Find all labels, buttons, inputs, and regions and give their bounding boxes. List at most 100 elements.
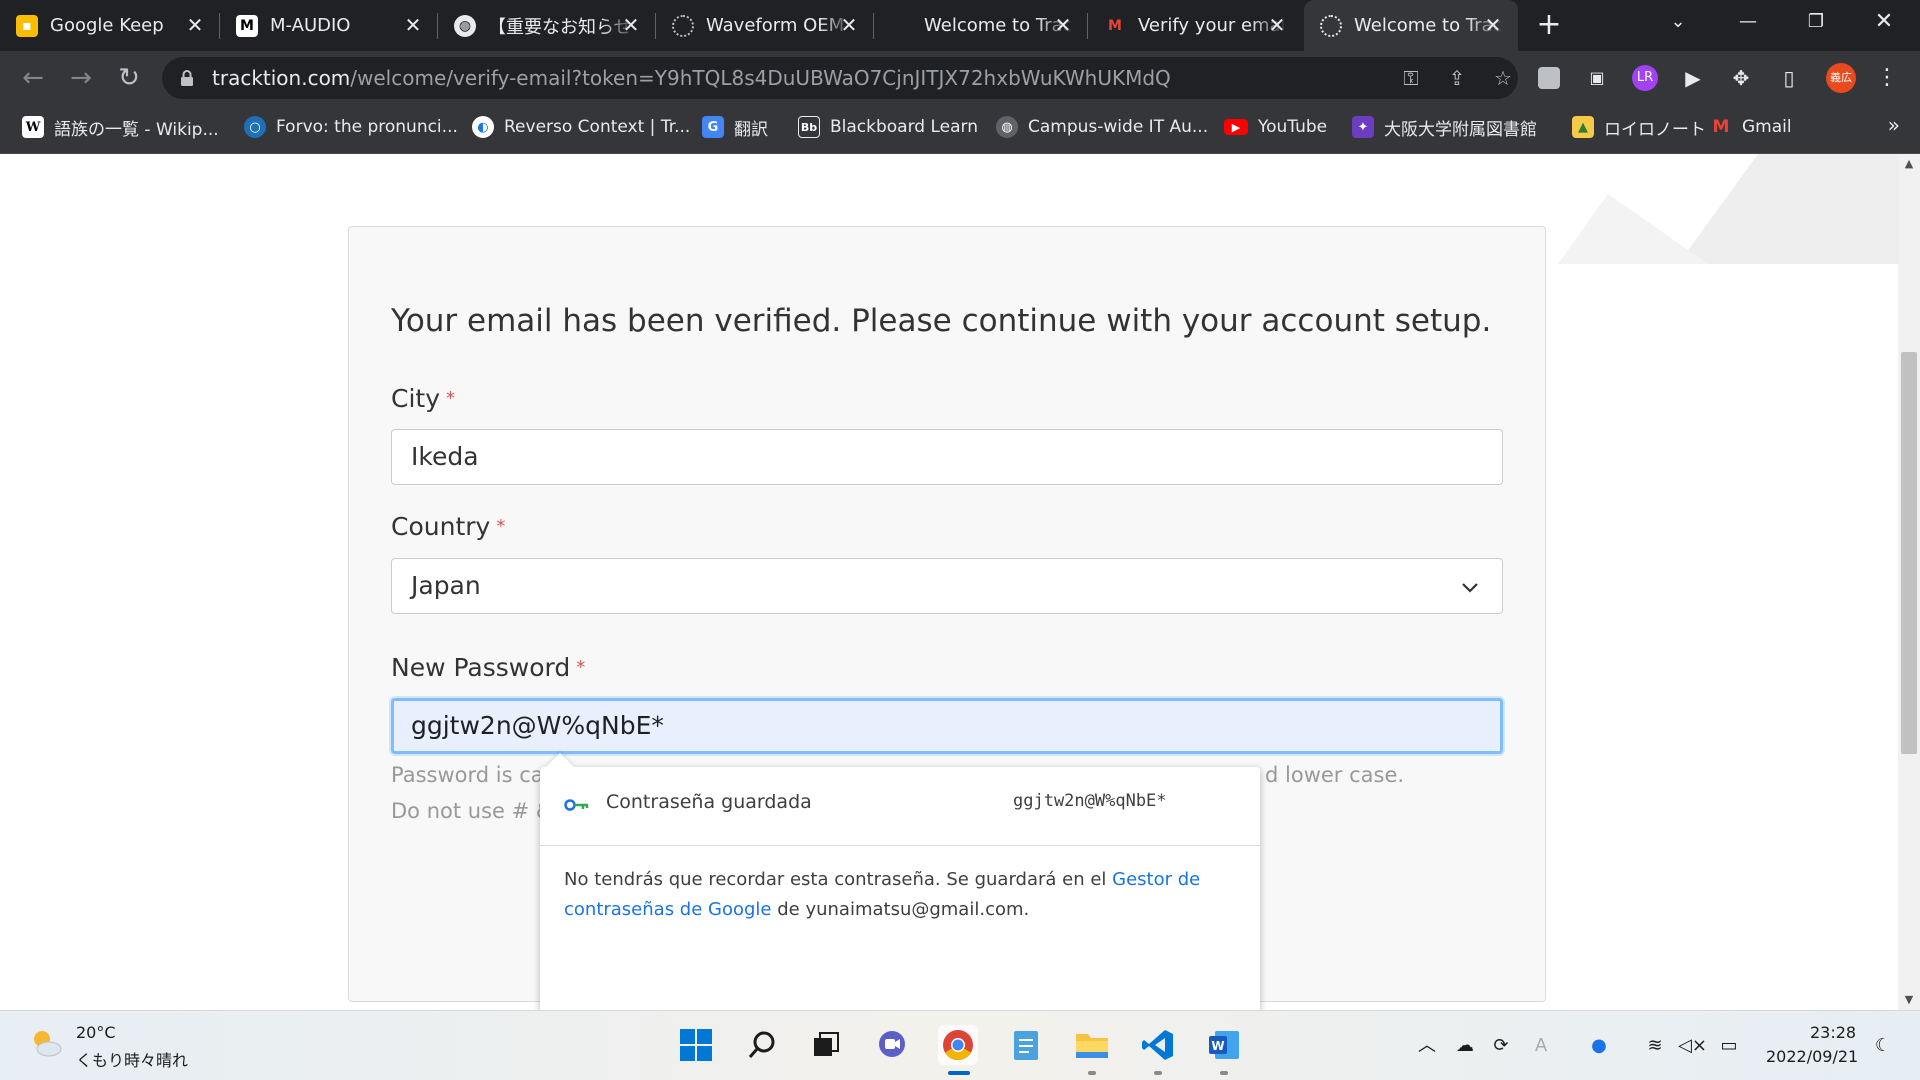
bookmark-gmail[interactable]: M Gmail: [1710, 105, 1792, 149]
password-help-line2: Do not use # &: [391, 799, 553, 823]
google-translate-icon: G: [702, 116, 724, 138]
reload-button[interactable]: ↻: [112, 61, 146, 95]
app-tray-icon[interactable]: ●: [1586, 1033, 1612, 1059]
bookmark-translate[interactable]: G 翻訳: [702, 105, 768, 149]
bookmark-label: ロイロノート: [1604, 119, 1706, 140]
tab-close-icon[interactable]: ✕: [838, 14, 860, 36]
forvo-icon: ○: [244, 116, 266, 138]
vscode-button[interactable]: [1138, 1025, 1178, 1065]
tab-waveform-oem[interactable]: Waveform OEM ✕: [656, 0, 874, 51]
start-button[interactable]: [676, 1025, 716, 1065]
bookmark-loilo[interactable]: ▲ ロイロノート: [1572, 105, 1706, 149]
svg-text:W: W: [1211, 1039, 1224, 1053]
bookmark-reverso[interactable]: ◐ Reverso Context | Tr...: [472, 105, 690, 149]
tab-important-notice[interactable]: ◍ 【重要なお知らせ ✕: [438, 0, 656, 51]
partly-cloudy-icon[interactable]: [28, 1025, 64, 1061]
onedrive-icon[interactable]: ☁: [1452, 1033, 1478, 1059]
file-explorer-button[interactable]: [1072, 1025, 1112, 1065]
battery-icon[interactable]: ▭: [1716, 1033, 1742, 1059]
ime-icon[interactable]: A: [1528, 1033, 1554, 1059]
task-view-icon: [814, 1032, 839, 1056]
new-tab-button[interactable]: +: [1532, 8, 1566, 42]
scroll-down-arrow-icon[interactable]: ▼: [1898, 990, 1920, 1010]
sync-icon[interactable]: ⟳: [1488, 1033, 1514, 1059]
word-button[interactable]: W: [1204, 1025, 1244, 1065]
tab-close-icon[interactable]: ✕: [1052, 14, 1074, 36]
extension-lr-icon[interactable]: LR: [1632, 65, 1658, 91]
share-icon[interactable]: ⇪: [1444, 66, 1470, 90]
teams-chat-button[interactable]: [872, 1025, 912, 1065]
required-asterisk: *: [496, 516, 506, 537]
tab-close-icon[interactable]: ✕: [1266, 14, 1288, 36]
bookmark-wikipedia[interactable]: W 語族の一覧 - Wikip...: [22, 105, 219, 149]
tab-title: 【重要なお知らせ: [488, 16, 632, 38]
url-text[interactable]: tracktion.com/welcome/verify-email?token…: [212, 57, 1171, 99]
gmail-icon: M: [1712, 117, 1730, 137]
tab-close-icon[interactable]: ✕: [1482, 14, 1504, 36]
tab-close-icon[interactable]: ✕: [402, 14, 424, 36]
tab-welcome-tracktion[interactable]: Welcome to Tracktion ✕: [874, 0, 1088, 51]
saved-password-suggestion[interactable]: Contraseña guardada ggjtw2n@W%qNbE*: [540, 767, 1260, 845]
bookmark-campus-it[interactable]: ◍ Campus-wide IT Au...: [996, 105, 1208, 149]
m-audio-icon: M: [236, 14, 258, 37]
tab-search-icon[interactable]: ⌄: [1650, 0, 1706, 44]
search-button[interactable]: [742, 1025, 782, 1065]
do-not-disturb-moon-icon[interactable]: ☾: [1870, 1033, 1896, 1059]
city-input[interactable]: Ikeda: [391, 429, 1503, 485]
tab-verify-email[interactable]: M Verify your email ✕: [1088, 0, 1302, 51]
show-hidden-icons-icon[interactable]: ︿: [1414, 1033, 1440, 1059]
saved-password-label: Contraseña guardada: [606, 791, 812, 813]
volume-muted-icon[interactable]: ◁×: [1678, 1033, 1707, 1059]
extension-screenshot-icon[interactable]: ▣: [1584, 65, 1610, 91]
bookmark-label: Blackboard Learn: [830, 117, 979, 137]
window-close-icon[interactable]: ✕: [1856, 0, 1912, 44]
bookmarks-overflow-icon[interactable]: »: [1888, 113, 1900, 137]
browser-toolbar: ← → ↻ tracktion.com/welcome/verify-email…: [0, 51, 1920, 105]
password-help-right: d lower case.: [1265, 763, 1405, 787]
bookmark-youtube[interactable]: ▶ YouTube: [1224, 105, 1327, 149]
new-password-input[interactable]: ggjtw2n@W%qNbE*: [391, 698, 1503, 754]
tab-title: Google Keep: [50, 15, 164, 36]
weather-description[interactable]: くもり時々晴れ: [76, 1047, 188, 1071]
scroll-up-arrow-icon[interactable]: ▲: [1898, 154, 1920, 174]
tab-welcome-tracktion-active[interactable]: Welcome to Tracktion ✕: [1304, 0, 1518, 51]
minimize-icon[interactable]: —: [1720, 0, 1776, 44]
extension-tag-icon[interactable]: ▶: [1680, 65, 1706, 91]
wikipedia-icon: W: [22, 116, 44, 138]
chrome-taskbar-button[interactable]: [938, 1025, 978, 1065]
bookmark-blackboard[interactable]: Bb Blackboard Learn: [798, 105, 978, 149]
bookmark-label: Gmail: [1742, 117, 1792, 137]
task-view-button[interactable]: [806, 1025, 846, 1065]
back-button[interactable]: ←: [16, 61, 50, 95]
extensions-puzzle-icon[interactable]: ✥: [1728, 65, 1754, 91]
bookmark-forvo[interactable]: ○ Forvo: the pronunci...: [244, 105, 458, 149]
gmail-icon: M: [1108, 17, 1122, 34]
bookmark-osaka-library[interactable]: ✦ 大阪大学附属図書館: [1352, 105, 1537, 149]
clock-date[interactable]: 2022/09/21: [1766, 1047, 1858, 1066]
extension-icon[interactable]: [1538, 67, 1560, 89]
page-scrollbar[interactable]: ▲ ▼: [1898, 154, 1920, 1010]
scrollbar-thumb[interactable]: [1901, 352, 1917, 754]
tab-strip: ▪ Google Keep ✕ M M-AUDIO ✕ ◍ 【重要なお知らせ ✕…: [0, 0, 1920, 51]
tab-close-icon[interactable]: ✕: [620, 14, 642, 36]
address-bar[interactable]: tracktion.com/welcome/verify-email?token…: [162, 57, 1518, 99]
side-panel-icon[interactable]: ▯: [1776, 65, 1802, 91]
clock-time[interactable]: 23:28: [1810, 1023, 1856, 1042]
windows-taskbar: 20°C くもり時々晴れ W ︿ ☁ ⟳ A ● ≋ ◁× ▭ 23:28 20…: [0, 1010, 1920, 1080]
profile-avatar[interactable]: 義広: [1826, 63, 1856, 93]
wifi-icon[interactable]: ≋: [1642, 1033, 1668, 1059]
notepad-button[interactable]: [1006, 1025, 1046, 1065]
bookmark-label: Reverso Context | Tr...: [504, 117, 691, 137]
tab-close-icon[interactable]: ✕: [184, 14, 206, 36]
tab-google-keep[interactable]: ▪ Google Keep ✕: [0, 0, 220, 51]
country-select[interactable]: Japan: [391, 558, 1503, 614]
forward-button[interactable]: →: [64, 61, 98, 95]
restore-icon[interactable]: ❐: [1788, 0, 1844, 44]
password-key-icon[interactable]: ⚿: [1398, 66, 1424, 90]
tab-m-audio[interactable]: M M-AUDIO ✕: [220, 0, 438, 51]
vscode-icon: [1142, 1030, 1173, 1060]
vscode-running-indicator: [1154, 1071, 1162, 1075]
chrome-menu-icon[interactable]: ⋮: [1874, 65, 1900, 91]
bookmark-star-icon[interactable]: ☆: [1490, 66, 1516, 90]
weather-temperature[interactable]: 20°C: [76, 1023, 116, 1042]
